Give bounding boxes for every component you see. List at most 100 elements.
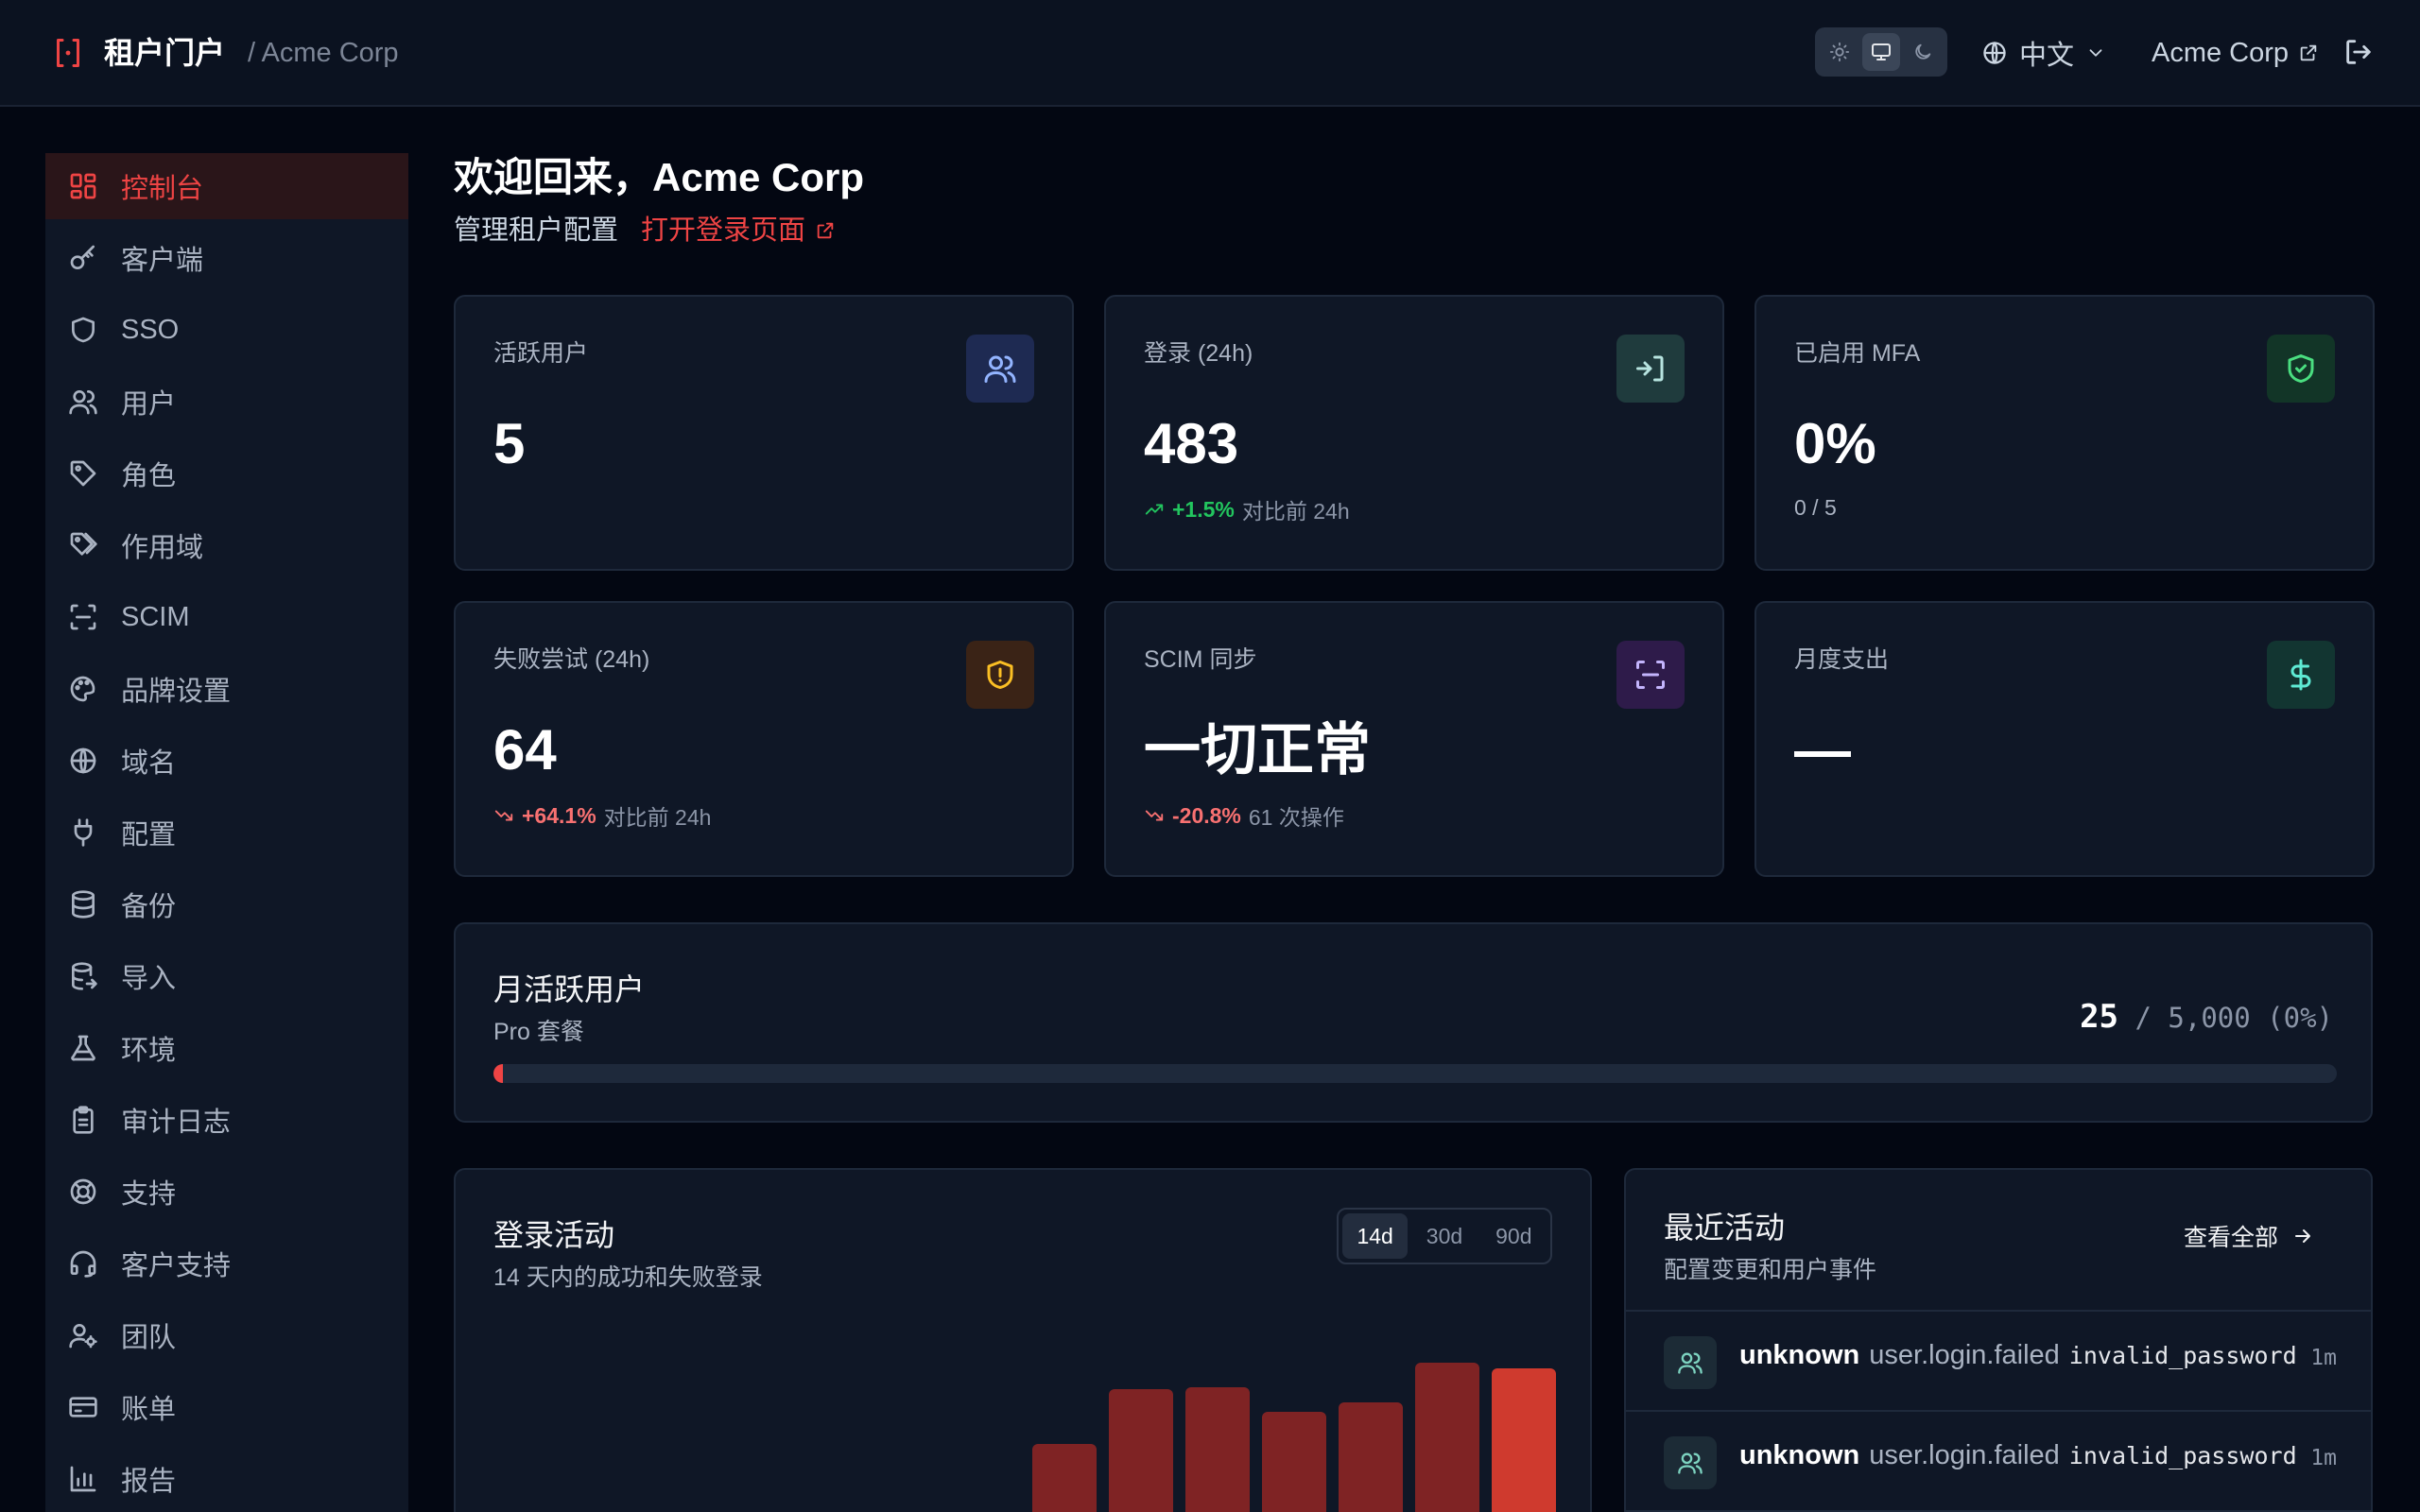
mau-count-value: 25 bbox=[2080, 998, 2119, 1036]
sidebar-item-7[interactable]: 品牌设置 bbox=[45, 656, 408, 722]
log-out-icon bbox=[2346, 40, 2371, 64]
mau-progress-fill bbox=[493, 1064, 503, 1083]
users-icon bbox=[984, 355, 1016, 383]
stat-delta: -20.8% 61 次操作 bbox=[1144, 799, 1344, 832]
database-icon bbox=[68, 889, 98, 919]
sidebar-item-label: SSO bbox=[121, 314, 180, 345]
login-bar[interactable] bbox=[1415, 1363, 1479, 1512]
range-option-14d[interactable]: 14d bbox=[1342, 1213, 1409, 1259]
palette-icon bbox=[70, 676, 95, 702]
globe-icon bbox=[1983, 42, 2006, 64]
activity-text: unknown user.login.failed invalid_password bbox=[1739, 1340, 2297, 1371]
tags-icon bbox=[70, 532, 97, 556]
sidebar-item-label: 备份 bbox=[121, 892, 177, 922]
stat-value: 483 bbox=[1144, 412, 1239, 475]
stat-label: SCIM 同步 bbox=[1144, 646, 1257, 673]
plug-icon bbox=[68, 817, 98, 848]
sidebar-item-16[interactable]: 团队 bbox=[45, 1302, 408, 1368]
tenant-external-link[interactable]: Acme Corp bbox=[2152, 32, 2319, 74]
sidebar-item-11[interactable]: 导入 bbox=[45, 943, 408, 1009]
breadcrumb-tenant: / Acme Corp bbox=[248, 38, 399, 68]
globe-icon bbox=[70, 747, 96, 774]
sidebar-item-13[interactable]: 审计日志 bbox=[45, 1087, 408, 1153]
sidebar-item-label: 作用域 bbox=[121, 533, 204, 563]
mau-plan: Pro 套餐 bbox=[493, 1019, 584, 1045]
stat-card: 失败尝试 (24h) 64 +64.1% 对比前 24h bbox=[454, 601, 1074, 877]
sidebar-item-3[interactable]: 用户 bbox=[45, 369, 408, 435]
login-bar[interactable] bbox=[1339, 1402, 1403, 1512]
activity-event: user.login.failed bbox=[1869, 1440, 2060, 1470]
sidebar-item-15[interactable]: 客户支持 bbox=[45, 1230, 408, 1297]
sidebar-item-label: 客户端 bbox=[121, 246, 204, 276]
sidebar-item-10[interactable]: 备份 bbox=[45, 871, 408, 937]
sun-icon bbox=[1829, 42, 1850, 62]
sidebar-item-label: 用户 bbox=[121, 389, 177, 420]
recent-activity-title: 最近活动 bbox=[1664, 1211, 1786, 1245]
login-bar[interactable] bbox=[1032, 1444, 1097, 1512]
bar-chart-icon bbox=[68, 1464, 98, 1494]
stat-card: 已启用 MFA 0% 0 / 5 bbox=[1754, 295, 2375, 571]
theme-light-button[interactable] bbox=[1821, 33, 1858, 71]
sidebar-item-12[interactable]: 环境 bbox=[45, 1015, 408, 1081]
activity-row[interactable]: unknown user.login.failed invalid_password… bbox=[1626, 1312, 2371, 1412]
range-selector: 14d 30d 90d bbox=[1337, 1208, 1552, 1264]
sidebar-item-label: 支持 bbox=[121, 1179, 177, 1210]
sidebar-item-17[interactable]: 账单 bbox=[45, 1374, 408, 1440]
sidebar-item-9[interactable]: 配置 bbox=[45, 799, 408, 866]
sidebar-item-18[interactable]: 报告 bbox=[45, 1446, 408, 1512]
sidebar-item-8[interactable]: 域名 bbox=[45, 728, 408, 794]
view-all-link[interactable]: 查看全部 bbox=[2184, 1219, 2314, 1253]
range-option-90d[interactable]: 90d bbox=[1481, 1213, 1547, 1259]
stat-delta-note: 对比前 24h bbox=[1241, 499, 1350, 524]
open-login-page-link[interactable]: 打开登录页面 bbox=[641, 210, 836, 251]
stat-card: SCIM 同步 一切正常 -20.8% 61 次操作 bbox=[1104, 601, 1724, 877]
trend-up-icon bbox=[1144, 499, 1165, 520]
theme-switcher bbox=[1815, 27, 1947, 77]
trend-down-icon bbox=[1145, 810, 1164, 821]
activity-detail: invalid_password bbox=[2068, 1342, 2297, 1369]
key-icon bbox=[70, 245, 95, 269]
activity-user: unknown bbox=[1739, 1340, 1860, 1370]
login-bar[interactable] bbox=[1492, 1368, 1556, 1512]
scan-icon bbox=[1616, 641, 1685, 709]
database-import-icon bbox=[72, 962, 97, 990]
language-selector[interactable]: 中文 bbox=[1981, 32, 2106, 74]
users-icon bbox=[966, 335, 1034, 403]
login-bar[interactable] bbox=[1185, 1387, 1250, 1512]
stat-delta: +64.1% 对比前 24h bbox=[493, 799, 711, 832]
dashboard-icon bbox=[68, 171, 98, 201]
sidebar-item-6[interactable]: SCIM bbox=[45, 584, 408, 650]
sidebar-item-14[interactable]: 支持 bbox=[45, 1159, 408, 1225]
users-icon bbox=[68, 387, 98, 417]
range-option-30d[interactable]: 30d bbox=[1411, 1213, 1477, 1259]
activity-row[interactable]: unknown user.login.failed invalid_password… bbox=[1626, 1412, 2371, 1512]
sidebar-item-0[interactable]: 控制台 bbox=[45, 153, 408, 219]
stat-value: — bbox=[1794, 718, 1851, 782]
app-title: 租户门户 bbox=[104, 36, 226, 70]
open-login-page-label: 打开登录页面 bbox=[641, 215, 806, 246]
sidebar-item-5[interactable]: 作用域 bbox=[45, 512, 408, 578]
stat-card: 登录 (24h) 483 +1.5% 对比前 24h bbox=[1104, 295, 1724, 571]
sidebar-item-label: 报告 bbox=[121, 1467, 177, 1497]
login-bar[interactable] bbox=[1262, 1412, 1326, 1512]
trend-down-icon bbox=[494, 810, 513, 821]
users-icon bbox=[1678, 1352, 1703, 1374]
sidebar-item-2[interactable]: SSO bbox=[45, 297, 408, 363]
sidebar-item-label: SCIM bbox=[121, 601, 190, 632]
logout-button[interactable] bbox=[2342, 36, 2377, 70]
theme-system-button[interactable] bbox=[1862, 33, 1900, 71]
login-bar[interactable] bbox=[1109, 1389, 1173, 1512]
trend-down-icon bbox=[1144, 805, 1165, 826]
sidebar-item-1[interactable]: 客户端 bbox=[45, 225, 408, 291]
stat-label: 失败尝试 (24h) bbox=[493, 646, 650, 673]
theme-dark-button[interactable] bbox=[1904, 33, 1942, 71]
activity-text: unknown user.login.failed invalid_password bbox=[1739, 1440, 2297, 1471]
activity-time: 1m bbox=[2310, 1446, 2337, 1470]
stat-card: 月度支出 — bbox=[1754, 601, 2375, 877]
sidebar-item-4[interactable]: 角色 bbox=[45, 440, 408, 507]
plug-icon bbox=[74, 818, 93, 847]
logo-icon bbox=[51, 36, 85, 70]
stat-delta-note: 对比前 24h bbox=[603, 805, 712, 830]
sidebar: 控制台客户端 SSO 用户角色作用域 SCIM 品牌设置 域名配置备份导入 环境 审计日志支持… bbox=[45, 153, 408, 1512]
sidebar-item-label: 配置 bbox=[121, 820, 177, 850]
